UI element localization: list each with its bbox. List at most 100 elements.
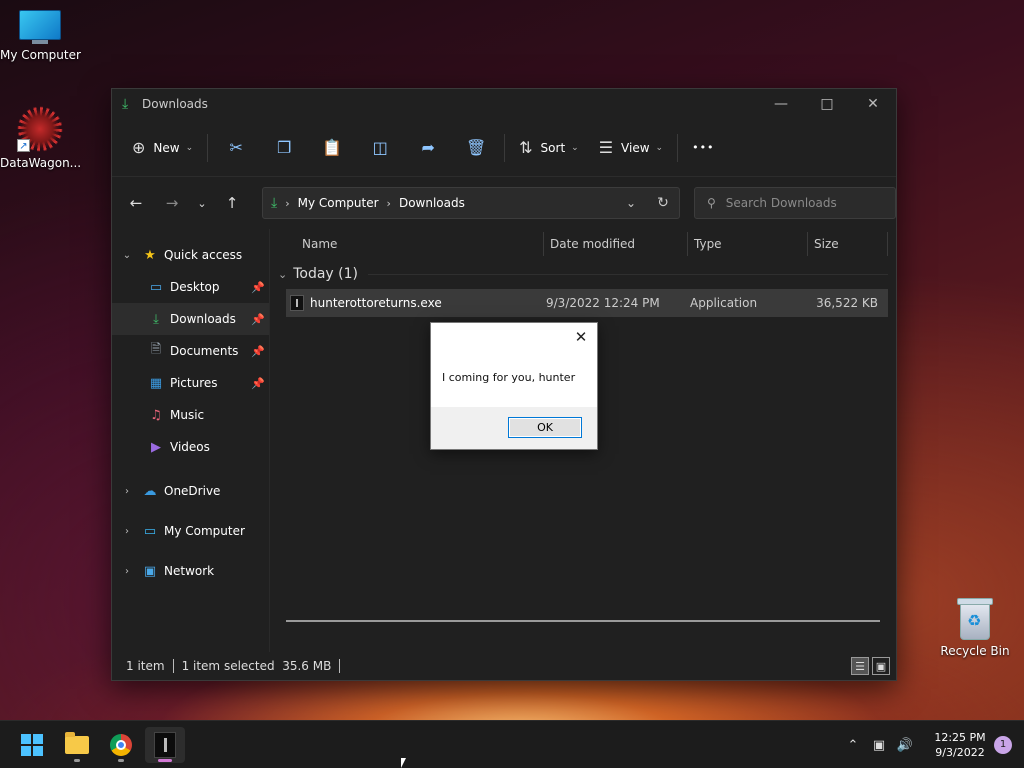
application-icon	[154, 732, 176, 758]
details-view-button[interactable]: ☰	[851, 657, 869, 675]
sidebar-item-network[interactable]: › ▣ Network	[112, 551, 269, 591]
scissors-icon: ✂	[229, 138, 243, 157]
sidebar-item-music[interactable]: ♫ Music	[112, 399, 269, 431]
volume-icon[interactable]: 🔊	[892, 738, 918, 753]
sidebar-item-label: My Computer	[164, 524, 245, 538]
paste-button[interactable]: 📋	[308, 131, 356, 165]
details-view-icon: ☰	[855, 659, 865, 673]
sort-arrows-icon: ⇅	[519, 138, 533, 157]
tiles-view-icon: ▣	[875, 659, 887, 673]
download-icon: ⤓	[153, 311, 159, 327]
desktop-icon-datawagon[interactable]: ↗ DataWagon...	[0, 106, 82, 170]
folder-icon	[65, 732, 89, 754]
clock[interactable]: 12:25 PM 9/3/2022	[930, 730, 990, 760]
sidebar-item-label: Videos	[170, 440, 210, 454]
file-row[interactable]: hunterottoreturns.exe 9/3/2022 12:24 PM …	[286, 289, 888, 317]
back-button[interactable]: ←	[120, 187, 152, 219]
breadcrumb-downloads[interactable]: Downloads	[399, 196, 465, 210]
status-divider	[172, 659, 174, 673]
search-input[interactable]	[725, 196, 876, 210]
desktop-icon-label: DataWagon...	[0, 156, 82, 170]
view-button[interactable]: ☰ View ⌄	[589, 131, 673, 165]
chevron-down-icon: ⌄	[571, 142, 579, 153]
horizontal-scrollbar[interactable]	[286, 620, 880, 622]
message-dialog: ✕ I coming for you, hunter OK	[430, 322, 598, 450]
taskbar-file-explorer[interactable]	[57, 727, 97, 763]
taskbar-chrome[interactable]	[101, 727, 141, 763]
chevron-right-icon: ›	[125, 525, 129, 537]
monitor-icon	[19, 10, 61, 44]
share-button[interactable]: ➦	[404, 131, 452, 165]
sidebar-item-label: Quick access	[164, 248, 243, 262]
taskbar-hunter-app[interactable]	[145, 727, 185, 763]
breadcrumb-separator-icon: ›	[386, 196, 391, 210]
close-button[interactable]: ✕	[850, 89, 896, 119]
desktop-icon-my-computer[interactable]: My Computer	[0, 10, 81, 62]
navigation-bar: ← → ⌄ ↑ ⤓ › My Computer › Downloads ⌄ ↻ …	[112, 177, 896, 229]
sidebar-item-documents[interactable]: 🗎 Documents 📌	[112, 335, 269, 367]
command-bar: ⊕ New ⌄ ✂ ❐ 📋 ◫ ➦ 🗑 ⇅ Sort ⌄ ☰ View ⌄ ••…	[112, 119, 896, 177]
copy-button[interactable]: ❐	[260, 131, 308, 165]
address-history-button[interactable]: ⌄	[615, 196, 647, 210]
sidebar-item-my-computer[interactable]: › ▭ My Computer	[112, 511, 269, 551]
file-type: Application	[690, 296, 758, 310]
sidebar-item-quick-access[interactable]: ⌄ ★ Quick access	[112, 239, 269, 271]
notification-badge[interactable]: 1	[994, 736, 1012, 754]
sidebar-item-label: OneDrive	[164, 484, 221, 498]
column-header-name[interactable]: Name	[296, 232, 544, 256]
arrow-right-icon: →	[165, 194, 179, 212]
plus-circle-icon: ⊕	[132, 138, 146, 157]
column-header-type[interactable]: Type	[688, 232, 808, 256]
view-lines-icon: ☰	[598, 138, 614, 157]
taskbar: ⌃ ▣ 🔊 12:25 PM 9/3/2022 1	[0, 720, 1024, 768]
sidebar-item-pictures[interactable]: ▦ Pictures 📌	[112, 367, 269, 399]
column-header-date-modified[interactable]: Date modified	[544, 232, 688, 256]
desktop-icon-recycle-bin[interactable]: ♻ Recycle Bin	[935, 598, 1015, 658]
group-header-today[interactable]: ⌄ Today (1)	[270, 259, 896, 289]
music-icon: ♫	[150, 407, 162, 423]
picture-icon: ▦	[149, 375, 163, 391]
rename-button[interactable]: ◫	[356, 131, 404, 165]
sidebar-item-videos[interactable]: ▶ Videos	[112, 431, 269, 463]
pin-icon: 📌	[251, 376, 265, 390]
network-icon[interactable]: ▣	[866, 738, 892, 753]
clipboard-icon: 📋	[322, 138, 343, 157]
desktop-icon-label: Recycle Bin	[940, 644, 1010, 658]
refresh-button[interactable]: ↻	[647, 195, 679, 211]
address-bar[interactable]: ⤓ › My Computer › Downloads ⌄ ↻	[262, 187, 680, 219]
sidebar-item-downloads[interactable]: ⤓ Downloads 📌	[112, 303, 269, 335]
ok-button[interactable]: OK	[508, 417, 582, 438]
mouse-cursor-icon	[401, 758, 406, 768]
pin-icon: 📌	[251, 344, 265, 358]
dialog-message: I coming for you, hunter	[442, 371, 576, 384]
sort-button[interactable]: ⇅ Sort ⌄	[509, 131, 589, 165]
start-button[interactable]	[12, 727, 52, 763]
toolbar-divider	[677, 133, 679, 162]
star-icon: ★	[144, 247, 156, 263]
chevron-down-icon: ⌄	[197, 196, 207, 210]
show-hidden-icons-button[interactable]: ⌃	[840, 738, 866, 753]
tiles-view-button[interactable]: ▣	[872, 657, 890, 675]
minimize-button[interactable]: —	[758, 89, 804, 119]
new-button[interactable]: ⊕ New ⌄	[122, 131, 203, 165]
sidebar-item-onedrive[interactable]: › ☁ OneDrive	[112, 471, 269, 511]
more-options-button[interactable]: •••	[682, 131, 724, 165]
delete-button[interactable]: 🗑	[452, 131, 500, 165]
dialog-close-button[interactable]: ✕	[571, 327, 591, 347]
chevron-down-icon: ⌄	[185, 142, 194, 153]
up-button[interactable]: ↑	[216, 187, 248, 219]
running-indicator	[118, 759, 124, 762]
maximize-button[interactable]: □	[804, 89, 850, 119]
windows-logo-icon	[21, 734, 43, 756]
breadcrumb-my-computer[interactable]: My Computer	[298, 196, 379, 210]
sidebar-item-desktop[interactable]: ▭ Desktop 📌	[112, 271, 269, 303]
search-box[interactable]: ⚲	[694, 187, 896, 219]
title-bar[interactable]: ⤓ Downloads — □ ✕	[112, 89, 896, 119]
chevron-down-icon: ⌄	[122, 249, 132, 261]
forward-button[interactable]: →	[156, 187, 188, 219]
dialog-footer: OK	[431, 407, 597, 449]
sidebar-item-label: Documents	[170, 344, 239, 358]
cut-button[interactable]: ✂	[212, 131, 260, 165]
recent-locations-button[interactable]: ⌄	[188, 187, 216, 219]
column-header-size[interactable]: Size	[808, 232, 888, 256]
